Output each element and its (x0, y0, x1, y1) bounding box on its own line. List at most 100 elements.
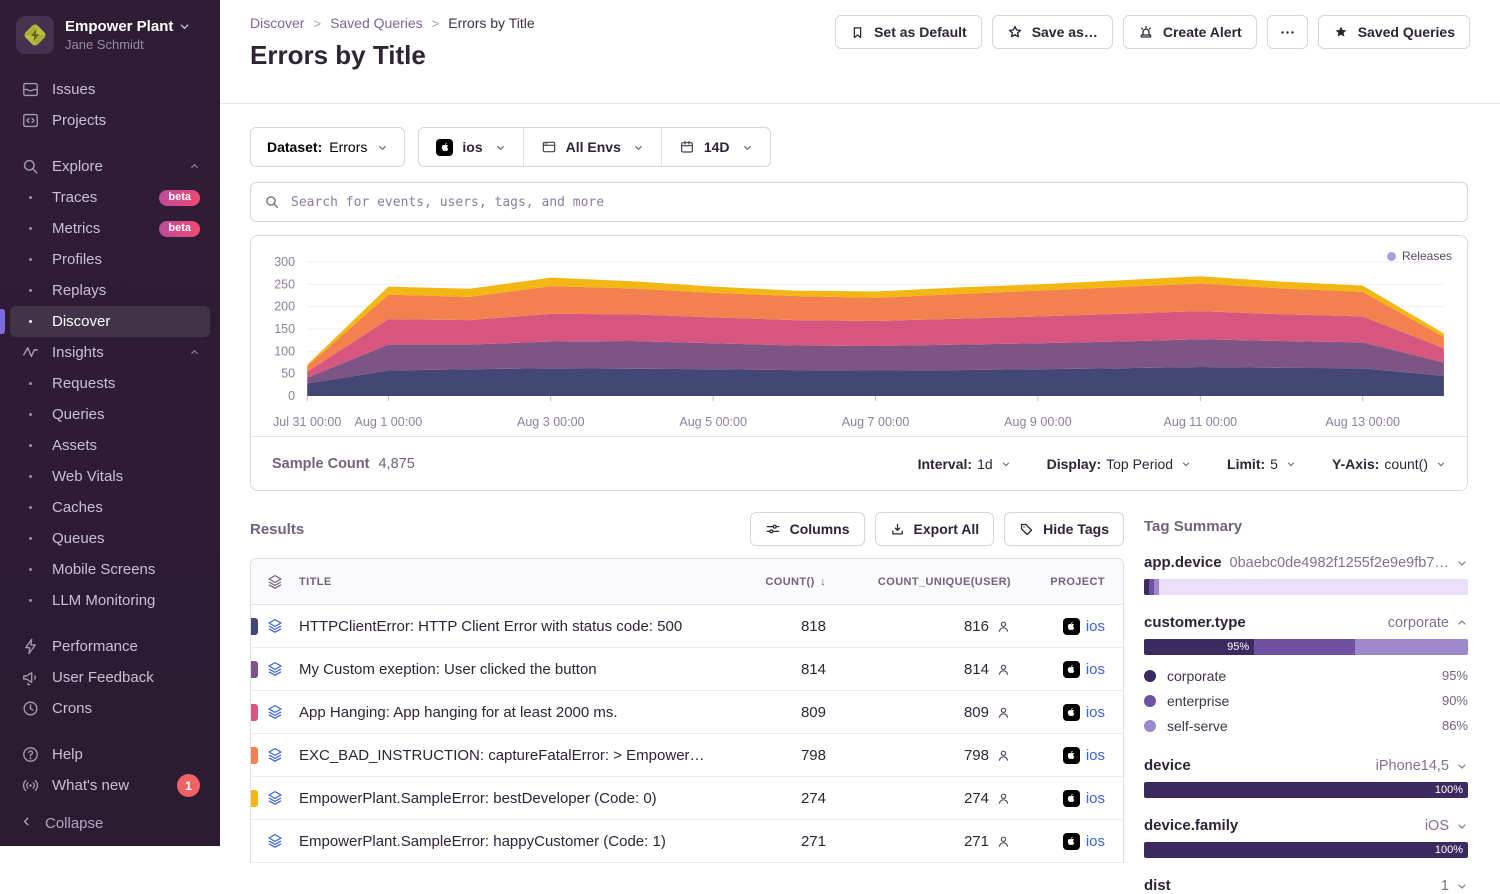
error-title[interactable]: My Custom exeption: User clicked the but… (299, 661, 721, 678)
column-header-title[interactable]: TITLE (299, 576, 721, 588)
project-link[interactable]: ios (1086, 747, 1105, 764)
sidebar-item-traces[interactable]: Traces beta (10, 182, 210, 213)
tag-distribution-bar[interactable]: 100% (1144, 842, 1468, 858)
bullet-icon (20, 475, 40, 478)
chart-legend[interactable]: Releases (1387, 249, 1452, 263)
bullet-icon (20, 568, 40, 571)
tag-distribution-bar[interactable]: 100% (1144, 782, 1468, 798)
stack-icon[interactable] (251, 703, 299, 721)
sidebar-item-explore[interactable]: Explore (10, 151, 210, 182)
stack-icon[interactable] (251, 832, 299, 850)
table-row[interactable]: EmpowerPlant.SampleError: bestDeveloper … (251, 777, 1123, 820)
sidebar-item-mobile-screens[interactable]: Mobile Screens (10, 554, 210, 585)
interval-selector[interactable]: Interval: 1d (918, 456, 1011, 472)
save-as-button[interactable]: Save as… (992, 15, 1113, 49)
project-link[interactable]: ios (1086, 833, 1105, 850)
legend-label: self-serve (1167, 718, 1228, 734)
table-row[interactable]: My Custom exeption: User clicked the but… (251, 648, 1123, 691)
sidebar-item-issues[interactable]: Issues (10, 74, 210, 105)
stack-icon[interactable] (251, 660, 299, 678)
sidebar-item-help[interactable]: Help (10, 739, 210, 770)
breadcrumb-separator: > (432, 16, 440, 31)
org-switcher[interactable]: Empower Plant Jane Schmidt (0, 14, 220, 66)
tag-header[interactable]: dist 1 (1144, 877, 1468, 894)
sidebar-collapse-button[interactable]: Collapse (0, 815, 220, 832)
sidebar-item-label: Projects (52, 112, 106, 129)
tag-header[interactable]: customer.type corporate (1144, 614, 1468, 631)
yaxis-selector[interactable]: Y-Axis: count() (1332, 456, 1446, 472)
export-all-button[interactable]: Export All (875, 512, 995, 546)
count-unique-value: 274 (964, 790, 989, 807)
tag-top-value: 0baebc0de4982f1255f2e9e9fb7… (1230, 555, 1449, 571)
error-title[interactable]: EXC_BAD_INSTRUCTION: captureFatalError: … (299, 747, 721, 764)
error-title[interactable]: EmpowerPlant.SampleError: bestDeveloper … (299, 790, 721, 807)
display-selector[interactable]: Display: Top Period (1047, 456, 1191, 472)
sidebar-item-web-vitals[interactable]: Web Vitals (10, 461, 210, 492)
create-alert-button[interactable]: Create Alert (1123, 15, 1257, 49)
sidebar-item-queues[interactable]: Queues (10, 523, 210, 554)
project-link[interactable]: ios (1086, 661, 1105, 678)
tag-distribution-bar[interactable] (1144, 579, 1468, 595)
search-input[interactable] (289, 194, 1454, 211)
sidebar-item-performance[interactable]: Performance (10, 631, 210, 662)
columns-button[interactable]: Columns (750, 512, 865, 546)
tag-header[interactable]: device iPhone14,5 (1144, 757, 1468, 774)
set-as-default-button[interactable]: Set as Default (835, 15, 982, 49)
environment-filter[interactable]: All Envs (523, 128, 661, 166)
apple-icon (1063, 790, 1080, 807)
stack-icon[interactable] (251, 789, 299, 807)
sidebar-item-metrics[interactable]: Metrics beta (10, 213, 210, 244)
sidebar-item-crons[interactable]: Crons (10, 693, 210, 724)
chart-area[interactable]: 050100150200250300Jul 31 00:00Aug 1 00:0… (251, 236, 1467, 436)
tag-header[interactable]: device.family iOS (1144, 817, 1468, 834)
tag-legend-row[interactable]: corporate 95% (1144, 663, 1468, 688)
sidebar-item-profiles[interactable]: Profiles (10, 244, 210, 275)
table-row[interactable]: EXC_BAD_INSTRUCTION: captureFatalError: … (251, 734, 1123, 777)
error-title[interactable]: EmpowerPlant.SampleError: happyCustomer … (299, 833, 721, 850)
legend-dot (1144, 670, 1156, 682)
beta-badge: beta (159, 221, 200, 237)
button-label: Create Alert (1163, 24, 1242, 40)
sidebar-item-user-feedback[interactable]: User Feedback (10, 662, 210, 693)
error-title[interactable]: App Hanging: App hanging for at least 20… (299, 704, 721, 721)
column-header-count-unique[interactable]: COUNT_UNIQUE(USER) (826, 576, 1011, 588)
bullet-icon (20, 413, 40, 416)
sidebar-item-discover[interactable]: Discover (10, 306, 210, 337)
table-row[interactable]: HTTPClientError: HTTP Client Error with … (251, 605, 1123, 648)
sidebar-item-caches[interactable]: Caches (10, 492, 210, 523)
error-title[interactable]: HTTPClientError: HTTP Client Error with … (299, 618, 721, 635)
bullet-icon (20, 444, 40, 447)
sidebar-item-assets[interactable]: Assets (10, 430, 210, 461)
table-row[interactable]: App Hanging: App hanging for at least 20… (251, 691, 1123, 734)
sidebar-item-requests[interactable]: Requests (10, 368, 210, 399)
saved-queries-button[interactable]: Saved Queries (1318, 15, 1470, 49)
sidebar-item-queries[interactable]: Queries (10, 399, 210, 430)
table-row[interactable]: EmpowerPlant.SampleError: happyCustomer … (251, 820, 1123, 863)
stack-icon[interactable] (251, 617, 299, 635)
sidebar-item-replays[interactable]: Replays (10, 275, 210, 306)
project-filter[interactable]: ios (419, 128, 522, 166)
project-link[interactable]: ios (1086, 618, 1105, 635)
tag-legend-row[interactable]: self-serve 86% (1144, 713, 1468, 738)
date-range-filter[interactable]: 14D (661, 128, 770, 166)
dataset-selector[interactable]: Dataset: Errors (250, 127, 405, 167)
breadcrumb-saved-queries[interactable]: Saved Queries (330, 15, 423, 31)
sidebar-item-llm-monitoring[interactable]: LLM Monitoring (10, 585, 210, 616)
sidebar-item-insights[interactable]: Insights (10, 337, 210, 368)
project-link[interactable]: ios (1086, 790, 1105, 807)
tag-legend-row[interactable]: enterprise 90% (1144, 688, 1468, 713)
apple-icon (1063, 704, 1080, 721)
sidebar-item-projects[interactable]: Projects (10, 105, 210, 136)
hide-tags-button[interactable]: Hide Tags (1004, 512, 1124, 546)
sidebar-item-whats-new[interactable]: What's new 1 (10, 770, 210, 801)
stack-icon[interactable] (251, 746, 299, 764)
limit-selector[interactable]: Limit: 5 (1227, 456, 1296, 472)
column-header-project[interactable]: PROJECT (1011, 576, 1123, 588)
breadcrumb-discover[interactable]: Discover (250, 15, 304, 31)
tag-header[interactable]: app.device 0baebc0de4982f1255f2e9e9fb7… (1144, 554, 1468, 571)
svg-text:Aug 3 00:00: Aug 3 00:00 (517, 415, 585, 429)
more-options-button[interactable] (1267, 15, 1308, 49)
project-link[interactable]: ios (1086, 704, 1105, 721)
column-header-count[interactable]: COUNT() ↓ (721, 576, 826, 588)
tag-distribution-bar[interactable]: 95% (1144, 639, 1468, 655)
